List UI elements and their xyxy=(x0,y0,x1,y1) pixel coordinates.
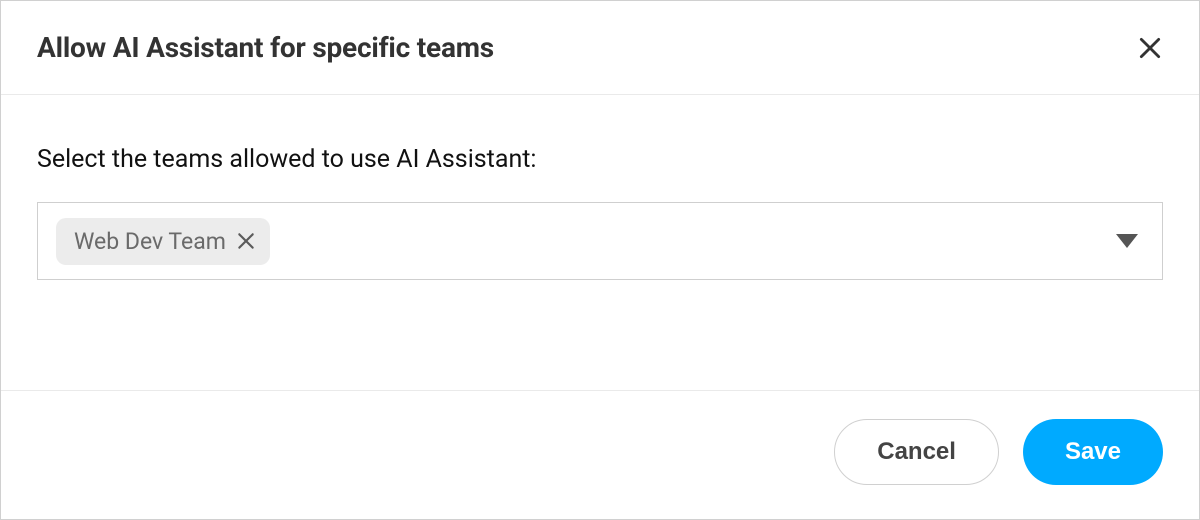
select-teams-label: Select the teams allowed to use AI Assis… xyxy=(37,145,1163,174)
chevron-down-icon[interactable] xyxy=(1116,234,1144,248)
close-icon[interactable] xyxy=(1137,35,1163,61)
selected-chips: Web Dev Team xyxy=(56,218,1116,265)
modal-footer: Cancel Save xyxy=(1,390,1199,519)
allow-ai-assistant-modal: Allow AI Assistant for specific teams Se… xyxy=(0,0,1200,520)
modal-header: Allow AI Assistant for specific teams xyxy=(1,1,1199,95)
cancel-button[interactable]: Cancel xyxy=(834,419,999,485)
modal-title: Allow AI Assistant for specific teams xyxy=(37,31,494,64)
save-button[interactable]: Save xyxy=(1023,419,1163,485)
team-chip: Web Dev Team xyxy=(56,218,270,265)
teams-multiselect[interactable]: Web Dev Team xyxy=(37,202,1163,280)
modal-body: Select the teams allowed to use AI Assis… xyxy=(1,95,1199,390)
team-chip-label: Web Dev Team xyxy=(74,228,226,255)
chip-remove-icon[interactable] xyxy=(236,231,256,251)
